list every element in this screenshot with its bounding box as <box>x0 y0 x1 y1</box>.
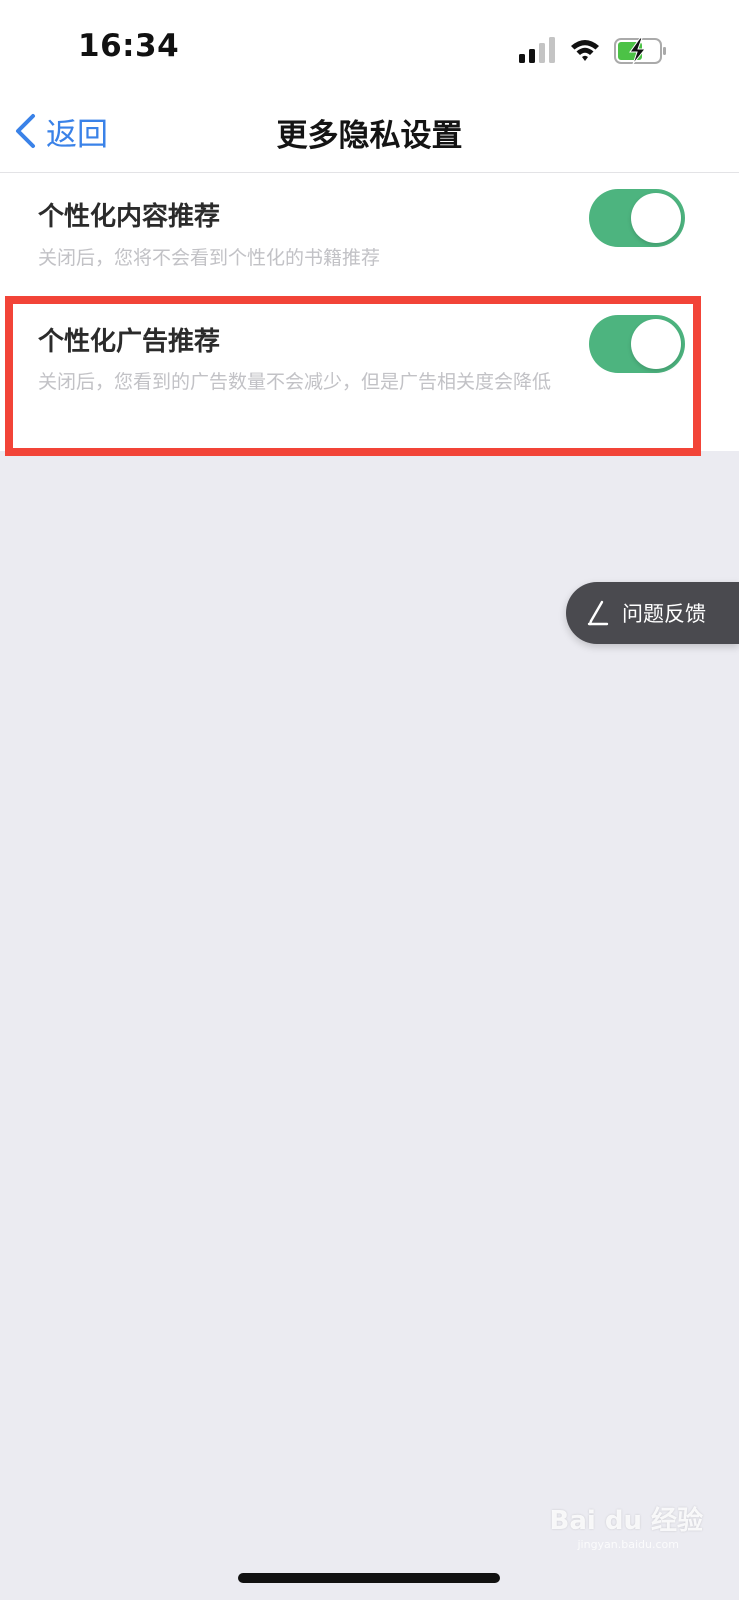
pencil-icon <box>587 600 609 626</box>
setting-title: 个性化内容推荐 <box>38 202 221 232</box>
ad-recommendation-toggle[interactable] <box>589 315 685 373</box>
setting-title: 个性化广告推荐 <box>38 327 221 357</box>
page-title: 更多隐私设置 <box>276 118 463 154</box>
feedback-button[interactable]: 问题反馈 <box>566 582 739 644</box>
home-indicator <box>238 1573 500 1583</box>
status-time: 16:34 <box>78 28 180 64</box>
setting-description: 关闭后，您将不会看到个性化的书籍推荐 <box>38 247 381 269</box>
status-bar: 16:34 <box>0 0 739 96</box>
setting-description: 关闭后，您看到的广告数量不会减少，但是广告相关度会降低 <box>38 371 552 393</box>
battery-charging-icon <box>614 37 666 65</box>
content-recommendation-toggle[interactable] <box>589 189 685 247</box>
setting-row-ad-recommendation: 个性化广告推荐 关闭后，您看到的广告数量不会减少，但是广告相关度会降低 <box>0 299 739 451</box>
toggle-knob <box>631 193 681 243</box>
nav-bar: 返回 更多隐私设置 <box>0 96 739 173</box>
watermark-logo: Bai du 经验 <box>549 1506 704 1536</box>
toggle-knob <box>631 319 681 369</box>
setting-row-content-recommendation: 个性化内容推荐 关闭后，您将不会看到个性化的书籍推荐 <box>0 173 739 299</box>
settings-list: 个性化内容推荐 关闭后，您将不会看到个性化的书籍推荐 个性化广告推荐 关闭后，您… <box>0 173 739 451</box>
cellular-signal-icon <box>519 37 555 63</box>
wifi-icon <box>571 40 599 61</box>
watermark-url: jingyan.baidu.com <box>577 1538 679 1551</box>
status-icons <box>519 37 666 65</box>
feedback-label: 问题反馈 <box>622 602 706 626</box>
